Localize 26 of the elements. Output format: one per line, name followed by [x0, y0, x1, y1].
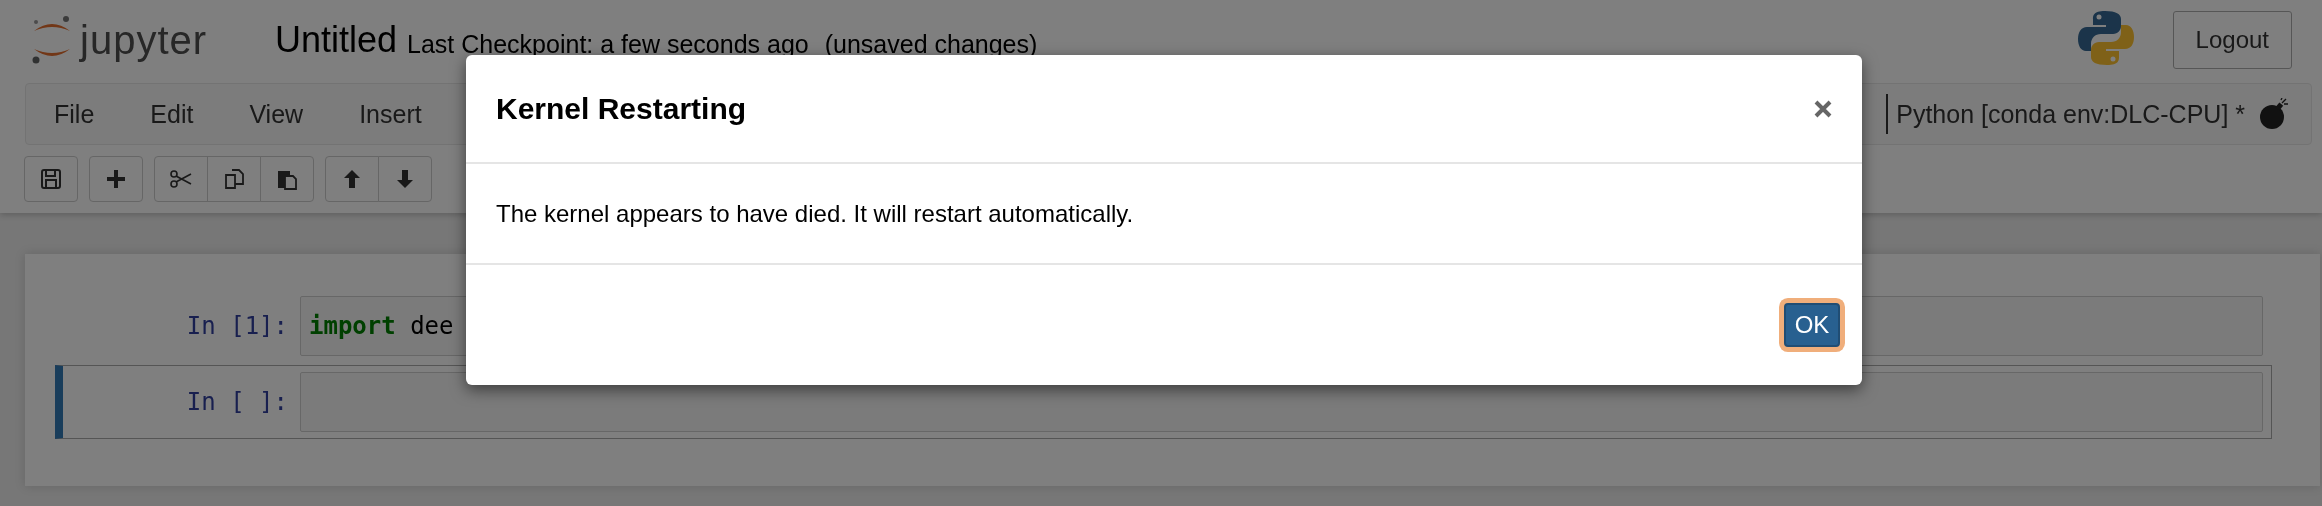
input-prompt: In [ ]: — [185, 388, 289, 416]
logo-text: jupyter — [80, 17, 208, 63]
toolbar-button[interactable] — [325, 156, 379, 202]
toolbar-button[interactable] — [378, 156, 432, 202]
scissors-icon — [169, 167, 193, 191]
dialog-message: The kernel appears to have died. It will restart automatically. — [496, 199, 1134, 228]
kernel-name: Python [conda env:DLC-CPU] * — [1886, 94, 2245, 134]
toolbar-button[interactable] — [24, 156, 78, 202]
bomb-icon — [2259, 98, 2289, 130]
dialog-title: Kernel Restarting — [496, 91, 748, 126]
input-prompt: In [1]: — [185, 312, 289, 340]
menu-item[interactable]: File — [26, 84, 123, 144]
menu-item[interactable]: Insert — [331, 84, 450, 144]
logout-button[interactable]: Logout — [2172, 11, 2292, 69]
menu-item[interactable]: Edit — [122, 84, 222, 144]
toolbar-button[interactable] — [207, 156, 261, 202]
toolbar-button[interactable] — [260, 156, 314, 202]
menu-item[interactable]: View — [221, 84, 332, 144]
toolbar-button[interactable] — [89, 156, 143, 202]
notebook-title[interactable]: Untitled — [275, 19, 398, 61]
copy-icon — [222, 167, 246, 191]
save-status: (unsaved changes) — [824, 29, 1038, 59]
python-logo-icon — [2076, 9, 2135, 67]
plus-icon — [104, 167, 128, 191]
close-icon[interactable] — [1814, 99, 1832, 118]
toolbar-button[interactable] — [154, 156, 208, 202]
